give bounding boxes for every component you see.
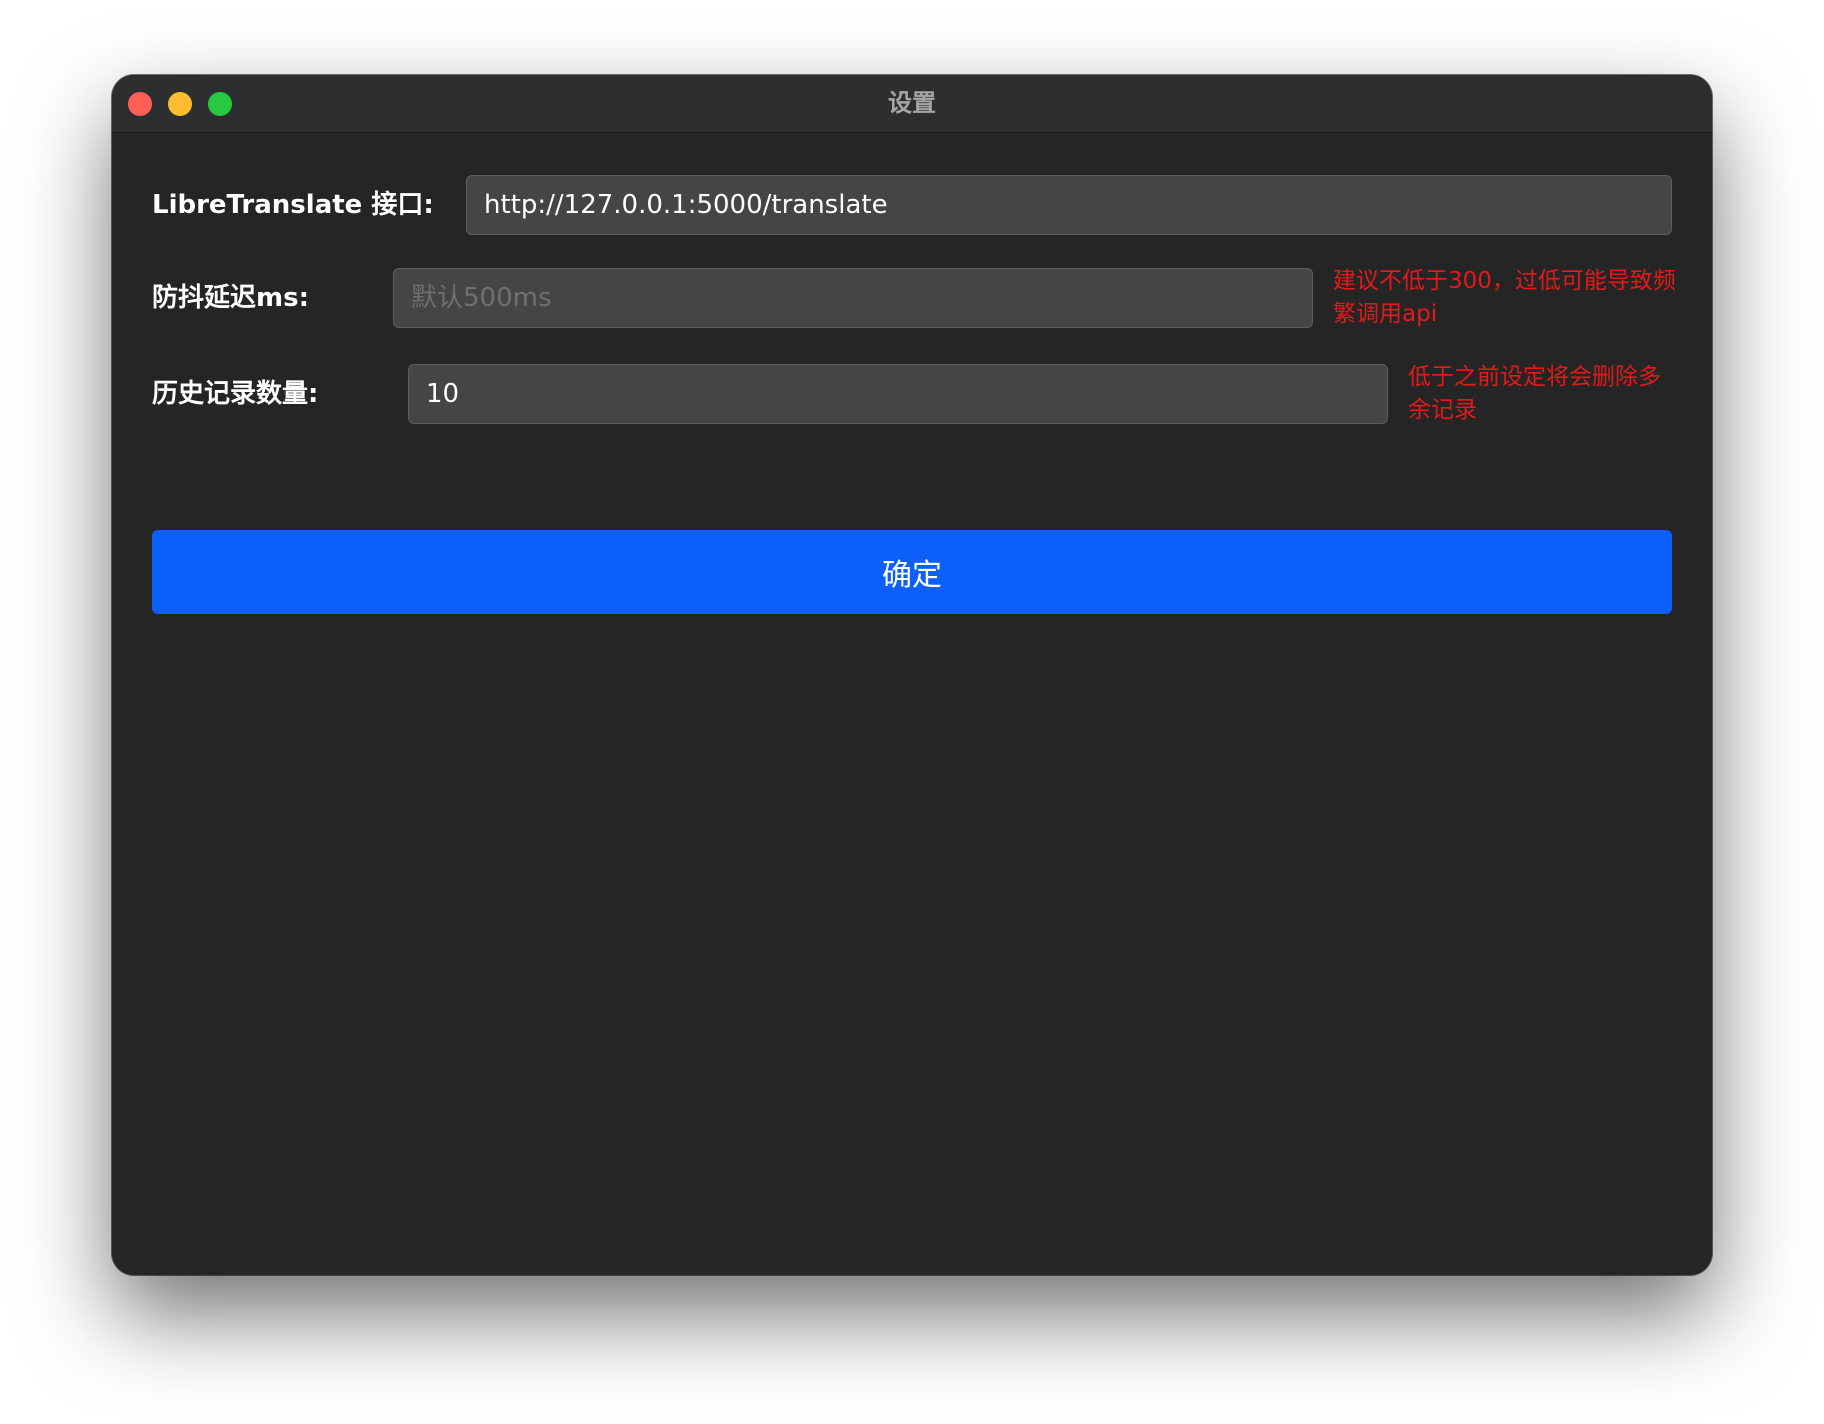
api-endpoint-input[interactable]: [466, 175, 1672, 235]
history-count-label: 历史记录数量:: [152, 379, 319, 409]
history-count-hint: 低于之前设定将会删除多余记录: [1408, 364, 1661, 423]
settings-form: LibreTranslate 接口: 防抖延迟ms: 建议不低于300，过低可能…: [112, 133, 1712, 1275]
confirm-button[interactable]: 确定: [152, 530, 1672, 614]
settings-window: 设置 LibreTranslate 接口: 防抖延迟ms: 建议不低于300，过…: [112, 75, 1712, 1275]
debounce-delay-input[interactable]: [393, 268, 1313, 328]
debounce-delay-label: 防抖延迟ms:: [152, 283, 309, 313]
window-title: 设置: [888, 89, 936, 117]
history-count-input[interactable]: [408, 364, 1388, 424]
title-bar[interactable]: 设置: [112, 75, 1712, 133]
debounce-delay-hint: 建议不低于300，过低可能导致频繁调用api: [1333, 268, 1676, 327]
api-endpoint-label: LibreTranslate 接口:: [152, 190, 434, 220]
